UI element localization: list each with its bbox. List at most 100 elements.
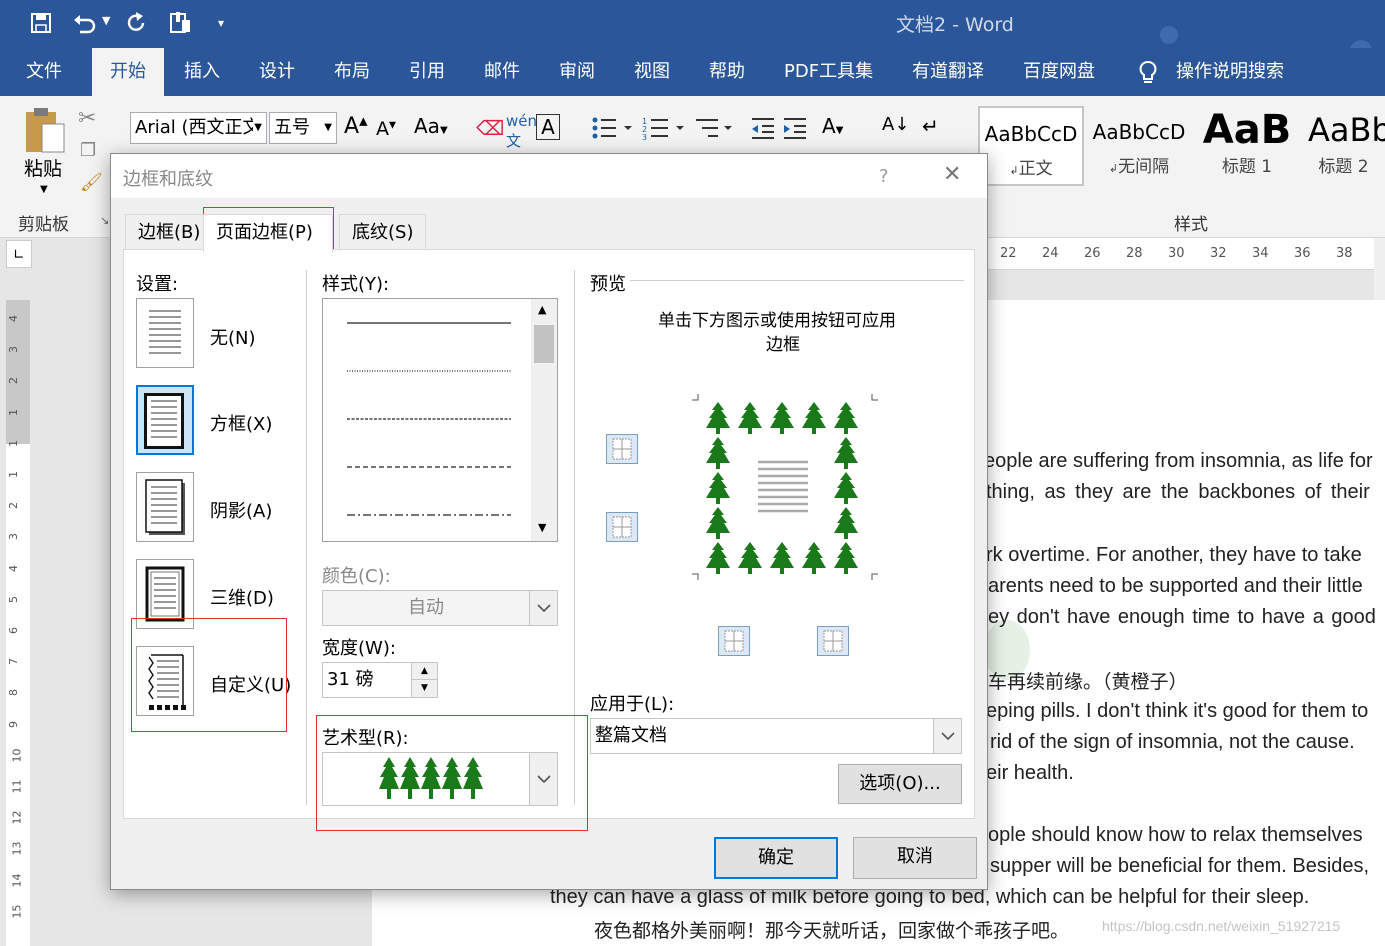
cut-icon[interactable]: ✂: [78, 106, 96, 131]
ruler-tick: 38: [1336, 246, 1353, 261]
left-border-button[interactable]: [718, 626, 750, 656]
help-button[interactable]: ?: [879, 166, 889, 187]
ruler-tick: 4: [7, 315, 20, 322]
character-scaling-icon[interactable]: A▼: [822, 114, 843, 138]
page-preview[interactable]: [692, 394, 878, 580]
copy-icon[interactable]: ❐: [80, 140, 96, 161]
tab-youdao[interactable]: 有道翻译: [912, 48, 984, 96]
tab-insert[interactable]: 插入: [184, 48, 220, 96]
tab-borders[interactable]: 边框(B): [125, 214, 214, 250]
show-formatting-icon[interactable]: ↵: [922, 114, 939, 138]
shrink-font-icon[interactable]: A▼: [376, 118, 396, 140]
ok-button[interactable]: 确定: [714, 837, 838, 879]
setting-box[interactable]: [136, 385, 194, 455]
width-spinner[interactable]: 31 磅 ▲ ▼: [322, 662, 438, 698]
dialog-launcher-icon[interactable]: ↘: [100, 214, 109, 227]
ruler-tick: 4: [7, 564, 20, 572]
clipboard-group-label: 剪贴板: [18, 215, 69, 235]
tab-references[interactable]: 引用: [409, 48, 445, 96]
increase-indent-icon[interactable]: [782, 116, 808, 144]
ribbon-tabs: 文件 开始 插入 设计 布局 引用 邮件 审阅 视图 帮助 PDF工具集 有道翻…: [0, 48, 1385, 96]
right-border-button[interactable]: [817, 626, 849, 656]
paste-icon[interactable]: [22, 106, 68, 160]
grow-font-icon[interactable]: A▲: [344, 114, 368, 139]
clear-formatting-icon[interactable]: ⌫: [476, 116, 504, 140]
tab-home[interactable]: 开始: [92, 48, 164, 96]
ruler-tick: 3: [7, 533, 20, 541]
tab-mailings[interactable]: 邮件: [484, 48, 520, 96]
setting-3d-label[interactable]: 三维(D): [210, 584, 274, 610]
divider: [306, 270, 307, 805]
touch-mode-icon[interactable]: [168, 10, 194, 40]
setting-box-label[interactable]: 方框(X): [210, 410, 272, 436]
phonetic-guide-icon[interactable]: wén 文: [506, 112, 537, 151]
style-name: 标题 2: [1318, 157, 1369, 177]
chevron-down-icon: ▼: [254, 122, 262, 133]
options-button[interactable]: 选项(O)...: [838, 764, 962, 804]
ruler-tick: 14: [10, 873, 24, 888]
tab-page-border[interactable]: 页面边框(P): [203, 214, 333, 252]
line-style-list[interactable]: ▲ ▼: [322, 298, 558, 542]
tab-selector[interactable]: ∟: [6, 240, 32, 268]
decoration-icon: [1160, 26, 1178, 44]
font-name-combo[interactable]: Arial (西文正文 ▼: [130, 112, 267, 144]
undo-icon[interactable]: [72, 12, 98, 38]
doc-text-line: supper will be beneficial for them. Besi…: [990, 855, 1370, 877]
tell-me-search[interactable]: 操作说明搜索: [1176, 48, 1284, 96]
redo-icon[interactable]: [126, 12, 148, 38]
format-painter-icon[interactable]: 🖌: [80, 172, 103, 193]
save-icon[interactable]: [30, 12, 52, 39]
doc-text-line: thing, as they are the backbones of thei…: [986, 481, 1370, 503]
bullets-icon[interactable]: [592, 116, 632, 144]
undo-dropdown-icon[interactable]: ▼: [102, 14, 110, 27]
setting-none[interactable]: [136, 298, 194, 368]
tab-view[interactable]: 视图: [634, 48, 670, 96]
spin-up-icon[interactable]: ▲: [411, 663, 437, 680]
ruler-tick: 1: [7, 408, 20, 416]
scroll-up-icon[interactable]: ▲: [538, 303, 546, 316]
customize-toolbar-icon[interactable]: ▾: [218, 16, 224, 30]
apply-to-select[interactable]: 整篇文档: [590, 718, 962, 754]
tab-review[interactable]: 审阅: [559, 48, 595, 96]
ruler-tick: 11: [10, 779, 24, 794]
change-case-icon[interactable]: Aa▼: [414, 114, 448, 138]
doc-text-line: ople should know how to relax themselves: [988, 824, 1363, 846]
character-border-icon[interactable]: A: [536, 114, 560, 140]
style-no-spacing[interactable]: AaBbCcD ↲无间隔: [1086, 106, 1192, 186]
ruler-tick: 3: [7, 346, 20, 354]
ruler-tick: 1: [7, 439, 20, 447]
doc-text-line: 夜色都格外美丽啊！那今天就听话，回家做个乖孩子吧。: [594, 920, 1070, 942]
setting-shadow[interactable]: [136, 472, 194, 542]
paste-label[interactable]: 粘贴: [24, 154, 62, 181]
setting-shadow-label[interactable]: 阴影(A): [210, 497, 272, 523]
multilevel-list-icon[interactable]: [694, 116, 734, 144]
sort-icon[interactable]: A↓: [882, 114, 909, 135]
color-select[interactable]: 自动: [322, 590, 558, 626]
list-scrollbar[interactable]: ▲ ▼: [531, 299, 557, 541]
decrease-indent-icon[interactable]: [750, 116, 776, 144]
paste-dropdown-icon[interactable]: ▼: [40, 184, 48, 195]
color-value: 自动: [408, 597, 444, 618]
numbering-icon[interactable]: 123: [642, 116, 686, 144]
top-border-button[interactable]: [606, 434, 638, 464]
setting-none-label[interactable]: 无(N): [210, 324, 256, 350]
tab-design[interactable]: 设计: [259, 48, 295, 96]
bottom-border-button[interactable]: [606, 512, 638, 542]
tab-layout[interactable]: 布局: [334, 48, 370, 96]
style-normal[interactable]: AaBbCcD ↲正文: [978, 106, 1084, 186]
cancel-button[interactable]: 取消: [853, 837, 977, 879]
title-bar: ▼ ▾ 文档2 - Word: [0, 0, 1385, 62]
scroll-down-icon[interactable]: ▼: [538, 521, 546, 534]
tab-baidu[interactable]: 百度网盘: [1023, 48, 1095, 96]
tab-help[interactable]: 帮助: [709, 48, 745, 96]
style-heading1[interactable]: AaB 标题 1: [1194, 106, 1300, 186]
tab-shading[interactable]: 底纹(S): [339, 214, 427, 250]
tab-pdf-tools[interactable]: PDF工具集: [784, 48, 873, 96]
font-size-combo[interactable]: 五号 ▼: [269, 112, 337, 144]
style-heading2[interactable]: AaBb 标题 2: [1302, 106, 1385, 186]
tab-file[interactable]: 文件: [26, 48, 62, 96]
spin-down-icon[interactable]: ▼: [411, 680, 437, 697]
close-icon[interactable]: ✕: [943, 162, 961, 187]
scroll-thumb[interactable]: [534, 325, 554, 363]
font-size-value: 五号: [274, 117, 310, 138]
